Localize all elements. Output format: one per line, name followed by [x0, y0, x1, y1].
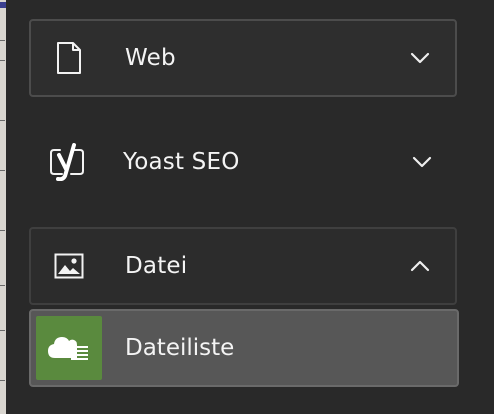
- edge-tick: [0, 330, 5, 331]
- submenu-item-dateiliste[interactable]: Dateiliste: [29, 309, 459, 387]
- edge-tick: [0, 380, 5, 381]
- edge-tick: [0, 170, 5, 171]
- menu-item-label: Yoast SEO: [123, 149, 240, 175]
- edge-tick: [0, 60, 5, 61]
- menu-item-yoast-seo[interactable]: Yoast SEO: [29, 124, 457, 200]
- chevron-up-icon[interactable]: [409, 259, 431, 273]
- chevron-down-icon[interactable]: [409, 51, 431, 65]
- yoast-icon: [47, 142, 87, 182]
- edge-tick: [0, 230, 5, 231]
- edge-tick: [0, 285, 5, 286]
- module-menu: Web Yoast SEO Datei Dateiliste: [6, 0, 494, 414]
- page-icon: [49, 38, 89, 78]
- menu-item-label: Web: [125, 45, 176, 71]
- image-icon: [49, 246, 89, 286]
- menu-item-web[interactable]: Web: [29, 19, 457, 97]
- edge-tick: [0, 40, 5, 41]
- submenu-item-label: Dateiliste: [125, 335, 235, 361]
- chevron-down-icon[interactable]: [411, 155, 433, 169]
- edge-tick: [0, 120, 5, 121]
- menu-item-datei[interactable]: Datei: [29, 227, 457, 305]
- cloud-list-icon: [36, 316, 102, 380]
- menu-item-label: Datei: [125, 253, 188, 279]
